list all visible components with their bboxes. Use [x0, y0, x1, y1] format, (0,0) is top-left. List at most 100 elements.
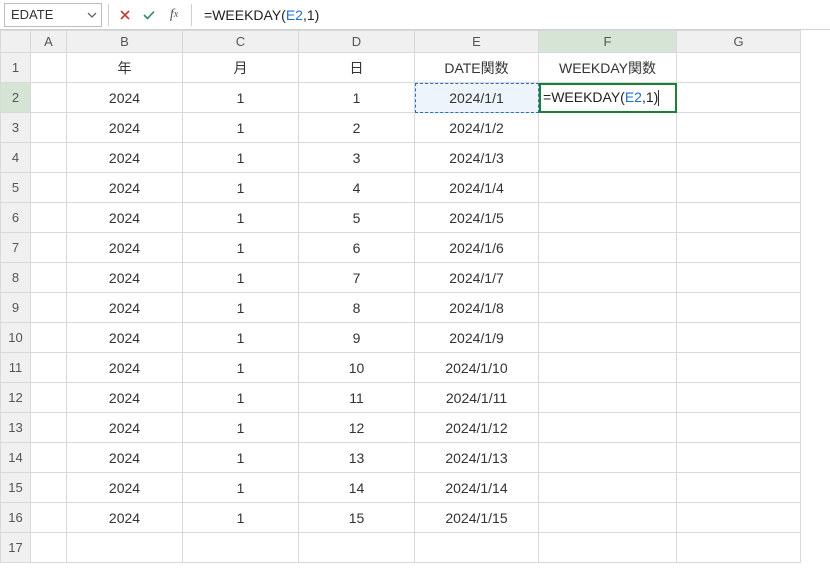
cell-E11[interactable]: 2024/1/10 [415, 353, 539, 383]
cell-G6[interactable] [677, 203, 801, 233]
cell-C13[interactable]: 1 [183, 413, 299, 443]
cell-B15[interactable]: 2024 [67, 473, 183, 503]
cell-E1[interactable]: DATE関数 [415, 53, 539, 83]
row-header-10[interactable]: 10 [1, 323, 31, 353]
cell-E9[interactable]: 2024/1/8 [415, 293, 539, 323]
cell-B13[interactable]: 2024 [67, 413, 183, 443]
cell-F17[interactable] [539, 533, 677, 563]
cell-G9[interactable] [677, 293, 801, 323]
row-header-17[interactable]: 17 [1, 533, 31, 563]
cell-G1[interactable] [677, 53, 801, 83]
cell-A13[interactable] [31, 413, 67, 443]
cell-A12[interactable] [31, 383, 67, 413]
cell-E13[interactable]: 2024/1/12 [415, 413, 539, 443]
cell-F2[interactable]: =WEEKDAY(E2,1) [539, 83, 677, 113]
cell-E6[interactable]: 2024/1/5 [415, 203, 539, 233]
cell-B5[interactable]: 2024 [67, 173, 183, 203]
cell-A1[interactable] [31, 53, 67, 83]
cell-E12[interactable]: 2024/1/11 [415, 383, 539, 413]
cell-E5[interactable]: 2024/1/4 [415, 173, 539, 203]
row-header-5[interactable]: 5 [1, 173, 31, 203]
cell-C8[interactable]: 1 [183, 263, 299, 293]
cell-F5[interactable] [539, 173, 677, 203]
cell-A17[interactable] [31, 533, 67, 563]
row-header-14[interactable]: 14 [1, 443, 31, 473]
cancel-button[interactable] [115, 4, 135, 26]
cell-F7[interactable] [539, 233, 677, 263]
cell-D2[interactable]: 1 [299, 83, 415, 113]
cell-A4[interactable] [31, 143, 67, 173]
row-header-15[interactable]: 15 [1, 473, 31, 503]
cell-B4[interactable]: 2024 [67, 143, 183, 173]
cell-F15[interactable] [539, 473, 677, 503]
cell-E2[interactable]: 2024/1/1 [415, 83, 539, 113]
cell-A15[interactable] [31, 473, 67, 503]
cell-G7[interactable] [677, 233, 801, 263]
cell-F11[interactable] [539, 353, 677, 383]
cell-C4[interactable]: 1 [183, 143, 299, 173]
cell-D10[interactable]: 9 [299, 323, 415, 353]
cell-G12[interactable] [677, 383, 801, 413]
cell-G4[interactable] [677, 143, 801, 173]
row-header-6[interactable]: 6 [1, 203, 31, 233]
cell-B7[interactable]: 2024 [67, 233, 183, 263]
cell-G11[interactable] [677, 353, 801, 383]
cell-E10[interactable]: 2024/1/9 [415, 323, 539, 353]
column-header-B[interactable]: B [67, 31, 183, 53]
cell-B14[interactable]: 2024 [67, 443, 183, 473]
cell-G8[interactable] [677, 263, 801, 293]
column-header-E[interactable]: E [415, 31, 539, 53]
cell-D13[interactable]: 12 [299, 413, 415, 443]
cell-E8[interactable]: 2024/1/7 [415, 263, 539, 293]
cell-G15[interactable] [677, 473, 801, 503]
row-header-4[interactable]: 4 [1, 143, 31, 173]
cell-C10[interactable]: 1 [183, 323, 299, 353]
cell-G5[interactable] [677, 173, 801, 203]
cell-F12[interactable] [539, 383, 677, 413]
cell-C2[interactable]: 1 [183, 83, 299, 113]
cell-D14[interactable]: 13 [299, 443, 415, 473]
cell-E16[interactable]: 2024/1/15 [415, 503, 539, 533]
cell-D8[interactable]: 7 [299, 263, 415, 293]
cell-A8[interactable] [31, 263, 67, 293]
cell-C5[interactable]: 1 [183, 173, 299, 203]
column-header-D[interactable]: D [299, 31, 415, 53]
cell-F9[interactable] [539, 293, 677, 323]
cell-B1[interactable]: 年 [67, 53, 183, 83]
cell-F16[interactable] [539, 503, 677, 533]
row-header-13[interactable]: 13 [1, 413, 31, 443]
cell-E14[interactable]: 2024/1/13 [415, 443, 539, 473]
cell-C6[interactable]: 1 [183, 203, 299, 233]
cell-D1[interactable]: 日 [299, 53, 415, 83]
cell-D6[interactable]: 5 [299, 203, 415, 233]
cell-D7[interactable]: 6 [299, 233, 415, 263]
cell-B3[interactable]: 2024 [67, 113, 183, 143]
cell-B8[interactable]: 2024 [67, 263, 183, 293]
chevron-down-icon[interactable] [83, 10, 101, 20]
cell-D16[interactable]: 15 [299, 503, 415, 533]
cell-B10[interactable]: 2024 [67, 323, 183, 353]
cell-C7[interactable]: 1 [183, 233, 299, 263]
cell-C12[interactable]: 1 [183, 383, 299, 413]
row-header-8[interactable]: 8 [1, 263, 31, 293]
cell-E7[interactable]: 2024/1/6 [415, 233, 539, 263]
name-box[interactable]: EDATE [4, 3, 102, 27]
cell-E17[interactable] [415, 533, 539, 563]
row-header-3[interactable]: 3 [1, 113, 31, 143]
column-header-C[interactable]: C [183, 31, 299, 53]
cell-A14[interactable] [31, 443, 67, 473]
cell-A2[interactable] [31, 83, 67, 113]
cell-F4[interactable] [539, 143, 677, 173]
cell-A11[interactable] [31, 353, 67, 383]
cell-C14[interactable]: 1 [183, 443, 299, 473]
cell-D5[interactable]: 4 [299, 173, 415, 203]
cell-C3[interactable]: 1 [183, 113, 299, 143]
cell-D4[interactable]: 3 [299, 143, 415, 173]
cell-D17[interactable] [299, 533, 415, 563]
cell-B2[interactable]: 2024 [67, 83, 183, 113]
cell-C1[interactable]: 月 [183, 53, 299, 83]
cell-G14[interactable] [677, 443, 801, 473]
cell-F3[interactable] [539, 113, 677, 143]
cell-E4[interactable]: 2024/1/3 [415, 143, 539, 173]
cell-A10[interactable] [31, 323, 67, 353]
